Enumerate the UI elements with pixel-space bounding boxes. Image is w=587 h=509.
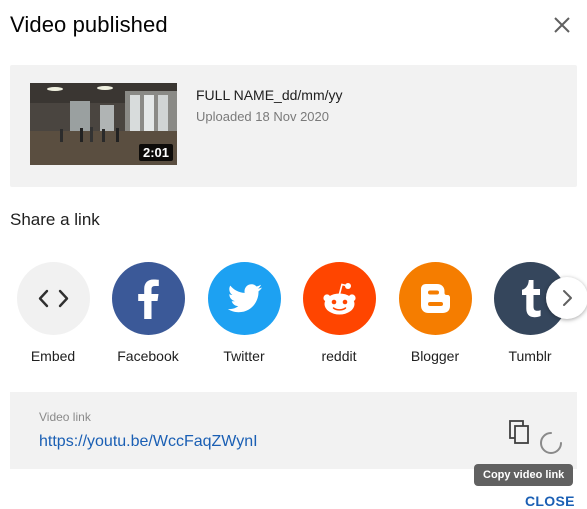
video-thumbnail[interactable]: 2:01 <box>30 83 177 165</box>
facebook-icon <box>111 262 185 335</box>
video-link-label: Video link <box>39 410 91 424</box>
video-card: 2:01 FULL NAME_dd/mm/yy Uploaded 18 Nov … <box>10 65 577 187</box>
share-reddit[interactable]: reddit <box>291 262 387 364</box>
dialog-title: Video published <box>10 12 168 37</box>
share-a-link-heading: Share a link <box>10 210 100 229</box>
embed-icon <box>16 262 90 335</box>
share-twitter[interactable]: Twitter <box>196 262 292 364</box>
copy-link-tooltip: Copy video link <box>474 464 574 486</box>
share-tumblr-label: Tumblr <box>508 348 552 364</box>
video-link-url[interactable]: https://youtu.be/WccFaqZWynI <box>39 433 258 451</box>
share-facebook-label: Facebook <box>117 348 179 364</box>
video-title: FULL NAME_dd/mm/yy <box>196 87 343 103</box>
video-published-dialog: Video published 2:01 FULL NAME_dd/mm/yy … <box>0 0 587 509</box>
blogger-icon <box>398 262 472 335</box>
upload-date: Uploaded 18 Nov 2020 <box>196 109 329 124</box>
copy-icon[interactable] <box>506 418 536 448</box>
loading-spinner-icon <box>538 430 564 456</box>
share-embed[interactable]: Embed <box>5 262 101 364</box>
reddit-icon <box>302 262 376 335</box>
chevron-right-icon[interactable] <box>546 277 587 319</box>
close-icon[interactable] <box>549 12 575 38</box>
share-twitter-label: Twitter <box>223 348 265 364</box>
video-link-box: Video link https://youtu.be/WccFaqZWynI <box>10 392 577 469</box>
share-blogger-label: Blogger <box>410 348 460 364</box>
share-blogger[interactable]: Blogger <box>387 262 483 364</box>
share-reddit-label: reddit <box>321 348 357 364</box>
share-embed-label: Embed <box>30 348 76 364</box>
share-facebook[interactable]: Facebook <box>100 262 196 364</box>
share-targets-row: Embed Facebook Twitter reddit Blogger Tu… <box>0 262 587 372</box>
twitter-icon <box>207 262 281 335</box>
video-duration: 2:01 <box>138 144 173 161</box>
